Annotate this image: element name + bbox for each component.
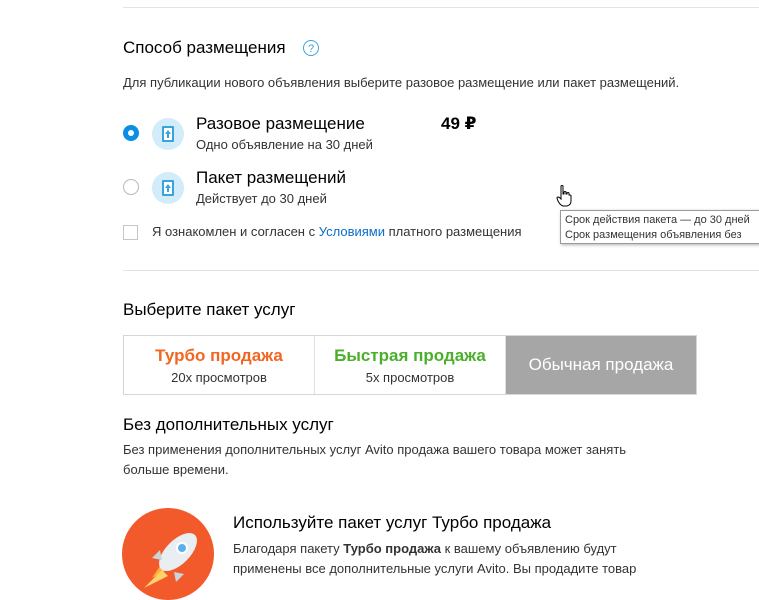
no-services-desc-2: больше времени. [123,462,229,477]
radio-single-placement[interactable] [123,125,139,141]
promo-title: Используйте пакет услуг Турбо продажа [233,513,552,532]
option-package-subtitle: Действует до 30 дней [196,191,327,206]
tooltip-line-1: Срок действия пакета — до 30 дней [565,214,750,226]
help-icon[interactable]: ? [303,40,319,56]
services-title: Выберите пакет услуг [123,300,296,319]
agree-suffix: платного размещения [384,224,522,239]
publish-icon [152,118,184,150]
promo-line-1-prefix: Благодаря пакету [233,541,344,556]
agree-text: Я ознакомлен и согласен с Условиями плат… [152,224,522,239]
turbo-sale-name: Турбо продажа [155,345,283,365]
option-single-price: 49 ₽ [441,114,477,133]
regular-sale-name: Обычная продажа [528,355,674,374]
agree-checkbox[interactable] [123,225,138,240]
promo-line-1-suffix: к вашему объявлению будут [440,541,617,556]
promo-line-1: Благодаря пакету Турбо продажа к вашему … [233,541,617,556]
tooltip-line-2: Срок размещения объявления без [565,229,742,241]
top-divider [123,7,759,8]
tab-regular-sale[interactable]: Обычная продажа [506,336,696,394]
option-single-title[interactable]: Разовое размещение [196,114,365,134]
option-package-title[interactable]: Пакет размещений [196,168,346,188]
turbo-sale-views: 20х просмотров [171,369,267,385]
hand-cursor-icon [556,185,572,207]
tab-fast-sale[interactable]: Быстрая продажа 5х просмотров [315,336,506,394]
fast-sale-name: Быстрая продажа [334,345,486,365]
no-services-title: Без дополнительных услуг [123,415,334,434]
placement-description: Для публикации нового объявления выберит… [123,75,680,90]
promo-line-2: применены все дополнительные услуги Avit… [233,561,637,576]
agree-prefix: Я ознакомлен и согласен с [152,224,319,239]
option-single-subtitle: Одно объявление на 30 дней [196,137,373,152]
package-tabs: Турбо продажа 20х просмотров Быстрая про… [123,335,697,395]
rocket-icon [122,508,214,600]
fast-sale-views: 5х просмотров [365,369,455,385]
package-tooltip: Срок действия пакета — до 30 дней Срок р… [560,210,759,244]
radio-package-placement[interactable] [123,179,139,195]
promo-turbo-bold: Турбо продажа [343,541,441,556]
section-divider [123,270,759,271]
tab-turbo-sale[interactable]: Турбо продажа 20х просмотров [124,336,315,394]
terms-link[interactable]: Условиями [319,224,385,239]
no-services-desc-1: Без применения дополнительных услуг Avit… [123,442,627,457]
placement-title: Способ размещения [123,38,286,57]
publish-icon [152,172,184,204]
